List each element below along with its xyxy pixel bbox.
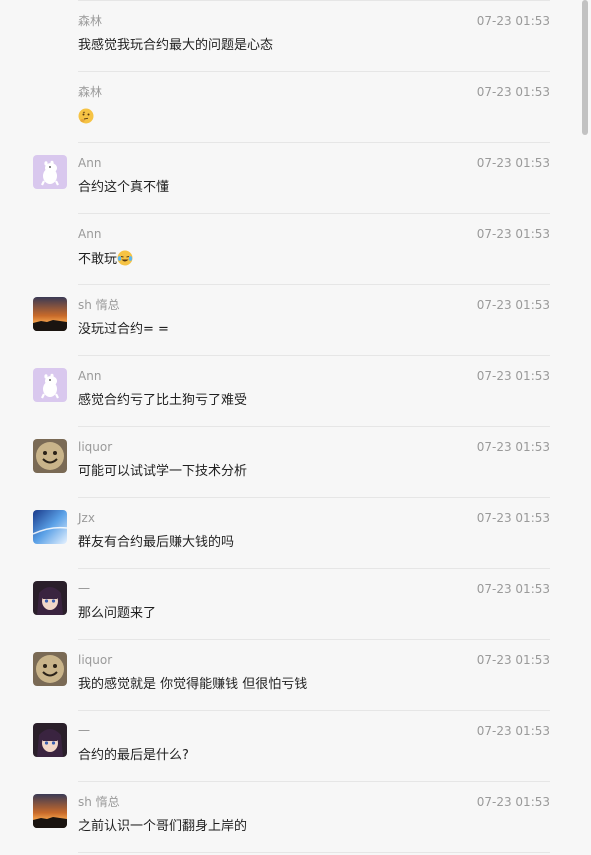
sender-name[interactable]: Ann — [78, 227, 101, 242]
message-divider — [78, 497, 550, 498]
avatar[interactable] — [33, 439, 67, 473]
message-item: 森林 07-23 01:53 我感觉我玩合约最大的问题是心态 — [0, 0, 580, 71]
avatar[interactable] — [33, 723, 67, 757]
sender-name[interactable]: 一 — [78, 582, 90, 597]
avatar[interactable] — [33, 581, 67, 615]
message-text: 感觉合约亏了比土狗亏了难受 — [78, 393, 248, 408]
sender-name[interactable]: 一 — [78, 724, 90, 739]
avatar[interactable] — [33, 510, 67, 544]
message-text: 不敢玩 — [78, 252, 118, 267]
message-item: Ann 07-23 01:53 合约这个真不懂 — [0, 142, 580, 213]
sender-name[interactable]: liquor — [78, 653, 112, 668]
message-divider — [78, 639, 550, 640]
message-item: 森林 07-23 01:53 — [0, 71, 580, 142]
message-divider — [78, 0, 550, 1]
message-divider — [78, 213, 550, 214]
message-item: Ann 07-23 01:53 感觉合约亏了比土狗亏了难受 — [0, 355, 580, 426]
sender-name[interactable]: Ann — [78, 369, 101, 384]
message-divider — [78, 142, 550, 143]
message-item: liquor 07-23 01:53 可能可以试试学一下技术分析 — [0, 426, 580, 497]
message-item: liquor 07-23 01:53 我的感觉就是 你觉得能赚钱 但很怕亏钱 — [0, 639, 580, 710]
smiley-avatar-icon — [33, 652, 67, 686]
message-timestamp: 07-23 01:53 — [476, 582, 550, 596]
message-item: sh 惰总 07-23 01:53 没玩过合约= = — [0, 284, 580, 355]
message-timestamp: 07-23 01:53 — [476, 227, 550, 241]
message-text: 之前认识一个哥们翻身上岸的 — [78, 819, 248, 834]
message-divider — [78, 426, 550, 427]
sunset-avatar-icon — [33, 794, 67, 828]
message-content: 不敢玩 — [78, 250, 133, 269]
laughing-tears-emoji-icon — [117, 250, 133, 266]
message-timestamp: 07-23 01:53 — [476, 369, 550, 383]
message-timestamp: 07-23 01:53 — [476, 298, 550, 312]
scrollbar[interactable] — [580, 0, 591, 855]
message-text: 我感觉我玩合约最大的问题是心态 — [78, 38, 274, 53]
sender-name[interactable]: sh 惰总 — [78, 298, 120, 313]
message-item: Ann 07-23 01:53 不敢玩 — [0, 213, 580, 284]
sender-name[interactable]: liquor — [78, 440, 112, 455]
message-content — [78, 108, 94, 127]
avatar[interactable] — [33, 652, 67, 686]
message-timestamp: 07-23 01:53 — [476, 85, 550, 99]
message-text: 合约这个真不懂 — [78, 180, 170, 195]
message-divider — [78, 71, 550, 72]
smiley-avatar-icon — [33, 439, 67, 473]
message-divider — [78, 781, 550, 782]
message-text: 可能可以试试学一下技术分析 — [78, 464, 248, 479]
avatar[interactable] — [33, 794, 67, 828]
message-divider — [78, 568, 550, 569]
anime-avatar-icon — [33, 581, 67, 615]
message-timestamp: 07-23 01:53 — [476, 795, 550, 809]
avatar[interactable] — [33, 368, 67, 402]
sunset-avatar-icon — [33, 297, 67, 331]
moomin-avatar-icon — [33, 155, 67, 189]
message-timestamp: 07-23 01:53 — [476, 653, 550, 667]
message-timestamp: 07-23 01:53 — [476, 724, 550, 738]
message-text: 那么问题来了 — [78, 606, 157, 621]
message-item: Jzx 07-23 01:53 群友有合约最后赚大钱的吗 — [0, 497, 580, 568]
message-text: 群友有合约最后赚大钱的吗 — [78, 535, 235, 550]
message-item: sh 惰总 07-23 01:53 之前认识一个哥们翻身上岸的 — [0, 781, 580, 853]
message-divider — [78, 284, 550, 285]
message-timestamp: 07-23 01:53 — [476, 440, 550, 454]
sender-name[interactable]: Jzx — [78, 511, 95, 526]
anime-avatar-icon — [33, 723, 67, 757]
message-divider — [78, 355, 550, 356]
message-item: 一 07-23 01:53 合约的最后是什么? — [0, 710, 580, 781]
message-timestamp: 07-23 01:53 — [476, 156, 550, 170]
thinking-face-emoji-icon — [78, 108, 94, 124]
sender-name[interactable]: 森林 — [78, 14, 102, 29]
message-timestamp: 07-23 01:53 — [476, 14, 550, 28]
avatar[interactable] — [33, 155, 67, 189]
moomin-avatar-icon — [33, 368, 67, 402]
sender-name[interactable]: 森林 — [78, 85, 102, 100]
sender-name[interactable]: Ann — [78, 156, 101, 171]
sender-name[interactable]: sh 惰总 — [78, 795, 120, 810]
message-divider — [78, 710, 550, 711]
message-divider — [78, 852, 550, 853]
message-text: 合约的最后是什么? — [78, 748, 189, 763]
chat-message-list[interactable]: 森林 07-23 01:53 我感觉我玩合约最大的问题是心态 森林 07-23 … — [0, 0, 591, 855]
avatar[interactable] — [33, 297, 67, 331]
message-timestamp: 07-23 01:53 — [476, 511, 550, 525]
message-text: 没玩过合约= = — [78, 322, 169, 337]
message-item: 一 07-23 01:53 那么问题来了 — [0, 568, 580, 639]
sky-avatar-icon — [33, 510, 67, 544]
scrollbar-thumb[interactable] — [582, 0, 588, 135]
message-text: 我的感觉就是 你觉得能赚钱 但很怕亏钱 — [78, 677, 308, 692]
